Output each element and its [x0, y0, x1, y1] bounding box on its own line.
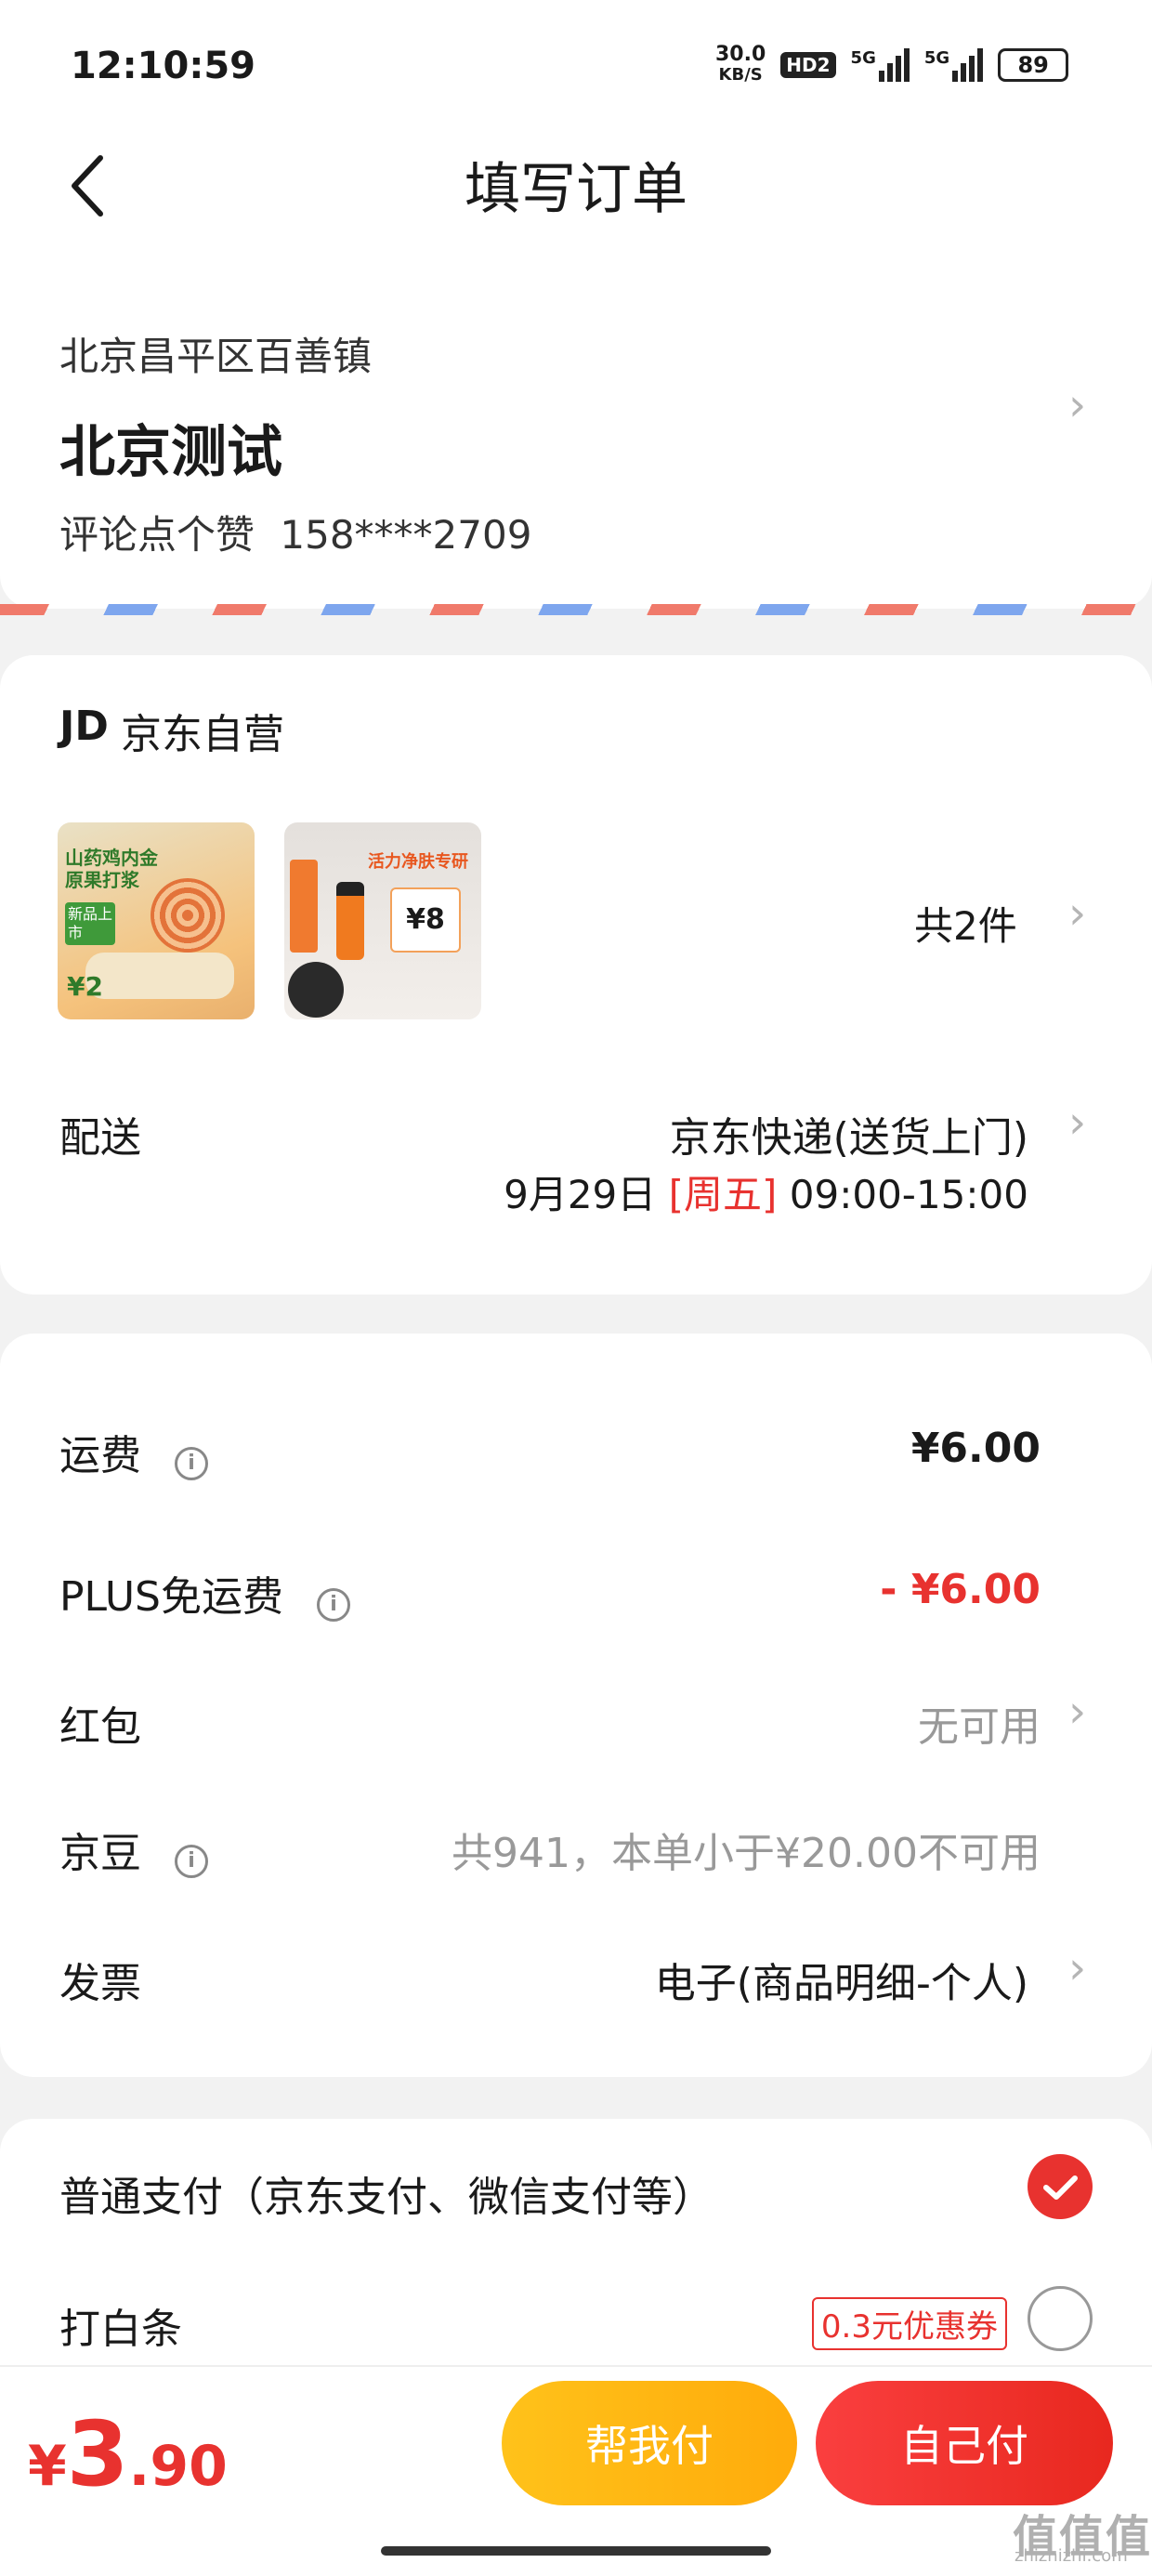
net-speed-unit: KB/S	[718, 65, 763, 85]
info-icon[interactable]: i	[175, 1447, 208, 1480]
signal-icon-2: 5G	[923, 48, 984, 82]
hd-icon: HD2	[780, 52, 836, 78]
chevron-right-icon: ›	[1068, 379, 1087, 431]
contact-name: 评论点个赞	[59, 512, 255, 558]
signal-label-1: 5G	[850, 48, 876, 68]
contact-phone: 158****2709	[280, 512, 532, 558]
jingdou-label: 京豆	[59, 1830, 141, 1877]
status-icons: 30.0 KB/S HD2 5G 5G 89	[715, 45, 1069, 85]
delivery-date: 9月29日	[504, 1172, 657, 1217]
plus-row: PLUS免运费 i	[59, 1563, 350, 1623]
delivery-time: 9月29日 [周五] 09:00-15:00	[504, 1163, 1028, 1220]
shop-name: 京东自营	[121, 711, 284, 758]
plus-label: PLUS免运费	[59, 1573, 283, 1621]
item-count[interactable]: 共2件	[914, 895, 1017, 952]
normal-pay-label[interactable]: 普通支付（京东支付、微信支付等）	[59, 2163, 713, 2223]
product-thumbnail[interactable]: 活力净肤专研 ¥8	[284, 822, 481, 1019]
total-price: ¥3.90	[28, 2402, 228, 2506]
price-int: 3	[66, 2402, 129, 2506]
chevron-right-icon: ›	[1068, 1097, 1087, 1149]
jd-logo-icon: JD	[59, 703, 109, 750]
check-circle-icon[interactable]	[1028, 2154, 1093, 2219]
address-region: 北京昌平区百善镇	[59, 334, 373, 379]
redpacket-value[interactable]: 无可用	[918, 1693, 1041, 1753]
net-speed: 30.0 KB/S	[715, 45, 766, 85]
chevron-right-icon: ›	[1068, 1942, 1087, 1994]
address-stripe	[0, 604, 1152, 615]
delivery-type[interactable]: 京东快递(送货上门)	[670, 1104, 1028, 1163]
freight-row: 运费 i	[59, 1422, 208, 1481]
product1-image	[151, 878, 225, 953]
battery-icon: 89	[998, 48, 1069, 82]
freight-label: 运费	[59, 1432, 141, 1479]
freight-value: ¥6.00	[910, 1425, 1041, 1472]
net-speed-value: 30.0	[715, 43, 766, 66]
info-icon[interactable]: i	[175, 1845, 208, 1878]
radio-circle-icon[interactable]	[1028, 2286, 1093, 2351]
plus-value: - ¥6.00	[880, 1566, 1041, 1613]
product1-line2: 原果打浆	[65, 869, 139, 891]
product2-headline: 活力净肤专研	[368, 852, 468, 872]
delivery-window: 09:00-15:00	[789, 1172, 1028, 1217]
product-thumbnail[interactable]: 山药鸡内金 原果打浆 新品上市 ¥2	[58, 822, 255, 1019]
product2-bottle-image	[336, 882, 364, 960]
watermark-url: zhizhizhi.com	[1015, 2546, 1128, 2566]
price-currency: ¥	[28, 2434, 67, 2499]
product1-image-base	[85, 953, 234, 999]
product2-model-image	[288, 962, 344, 1018]
help-pay-button[interactable]: 帮我付	[502, 2381, 797, 2505]
page-title: 填写订单	[465, 157, 687, 222]
chevron-right-icon: ›	[1068, 887, 1087, 940]
invoice-label: 发票	[59, 1960, 141, 2007]
status-time: 12:10:59	[71, 45, 255, 87]
self-pay-button[interactable]: 自己付	[816, 2381, 1113, 2505]
signal-label-2: 5G	[923, 48, 950, 68]
address-name: 北京测试	[59, 420, 282, 485]
jingdou-value: 共941，本单小于¥20.00不可用	[452, 1830, 1041, 1877]
home-indicator[interactable]	[381, 2546, 771, 2556]
baitiao-label[interactable]: 打白条	[59, 2295, 182, 2355]
delivery-weekday: [周五]	[668, 1172, 778, 1217]
product2-price: ¥8	[390, 887, 461, 953]
product1-tag: 新品上市	[65, 902, 115, 945]
price-dec: .90	[128, 2434, 228, 2499]
chevron-right-icon: ›	[1068, 1686, 1087, 1738]
delivery-label: 配送	[59, 1114, 141, 1162]
checkmark-icon	[1043, 2175, 1078, 2200]
product1-line1: 山药鸡内金	[65, 847, 158, 869]
signal-icon: 5G	[851, 48, 910, 82]
product1-price: ¥2	[67, 971, 103, 1002]
redpacket-label: 红包	[59, 1703, 141, 1751]
coupon-badge: 0.3元优惠券	[811, 2297, 1007, 2350]
info-icon[interactable]: i	[317, 1588, 350, 1622]
product2-side-banner	[290, 860, 318, 953]
address-contact: 评论点个赞 158****2709	[59, 504, 531, 560]
jingdou-row: 京豆 i	[59, 1820, 208, 1879]
invoice-value[interactable]: 电子(商品明细-个人)	[655, 1950, 1028, 2009]
